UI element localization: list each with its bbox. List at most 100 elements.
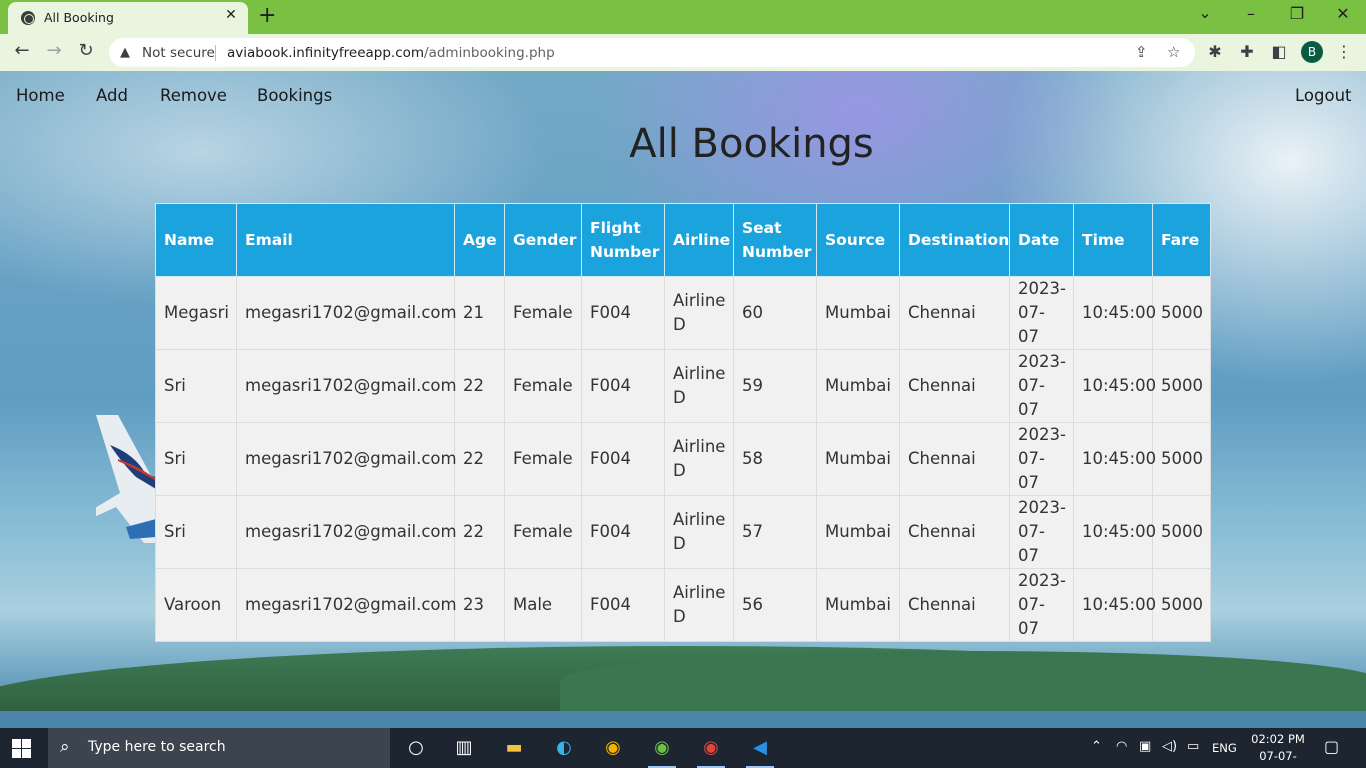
menu-kebab-icon[interactable]: ⋮ xyxy=(1333,42,1355,61)
network-icon[interactable]: ◠ xyxy=(1116,739,1127,754)
table-cell: Chennai xyxy=(899,422,1010,496)
table-cell: 22 xyxy=(454,422,505,496)
table-cell: 2023-07-07 xyxy=(1009,568,1074,642)
table-cell: 56 xyxy=(733,568,817,642)
share-icon[interactable]: ⇪ xyxy=(1135,43,1148,61)
chrome-profile-b-icon[interactable]: ◉ xyxy=(648,734,676,768)
system-clock[interactable]: 02:02 PM 07-07-2023 xyxy=(1245,731,1311,768)
extensions-puzzle-icon[interactable]: ✚ xyxy=(1236,42,1258,61)
security-label[interactable]: Not secure xyxy=(142,45,215,61)
column-header: Time xyxy=(1073,203,1153,277)
background-sea xyxy=(0,711,1366,728)
table-cell: F004 xyxy=(581,495,665,569)
table-header-row: Name Email Age Gender Flight Number Airline Se… xyxy=(155,203,1211,277)
table-cell: Airline D xyxy=(664,568,734,642)
battery-saver-icon[interactable]: ▣ xyxy=(1139,739,1151,754)
minimize-button[interactable]: – xyxy=(1236,4,1266,23)
nav-add-link[interactable]: Add xyxy=(96,86,128,105)
table-cell: 59 xyxy=(733,349,817,423)
side-panel-icon[interactable]: ◧ xyxy=(1268,42,1290,61)
table-cell: 5000 xyxy=(1152,568,1211,642)
edge-browser-icon[interactable]: ◐ xyxy=(550,734,578,762)
table-cell: Chennai xyxy=(899,568,1010,642)
table-cell: 57 xyxy=(733,495,817,569)
clock-time: 02:02 PM xyxy=(1251,732,1305,746)
browser-tab[interactable]: All Booking ✕ xyxy=(8,2,248,34)
back-button[interactable]: ← xyxy=(10,40,34,61)
table-cell: megasri1702@gmail.com xyxy=(236,422,457,496)
page-viewport: Home Add Remove Bookings Logout All Book… xyxy=(0,71,1366,728)
table-cell: Mumbai xyxy=(816,276,900,350)
table-cell: Airline D xyxy=(664,495,734,569)
table-cell: Chennai xyxy=(899,495,1010,569)
table-cell: Varoon xyxy=(155,568,237,642)
file-explorer-icon[interactable]: ▬ xyxy=(500,734,528,762)
table-cell: 5000 xyxy=(1152,495,1211,569)
show-hidden-icons-icon[interactable]: ⌃ xyxy=(1091,739,1102,754)
table-row: Varoon megasri1702@gmail.com 23 Male F004 Air… xyxy=(155,568,1211,642)
forward-button[interactable]: → xyxy=(42,40,66,61)
column-header: Flight Number xyxy=(581,203,665,277)
extension-bug-icon[interactable]: ✱ xyxy=(1204,42,1226,61)
table-cell: megasri1702@gmail.com xyxy=(236,495,457,569)
cortana-icon[interactable]: ○ xyxy=(402,734,430,762)
windows-start-icon[interactable] xyxy=(12,739,32,759)
nav-logout-link[interactable]: Logout xyxy=(1295,86,1352,105)
warning-icon: ▲ xyxy=(120,45,130,60)
table-cell: 10:45:00 xyxy=(1073,568,1156,642)
table-cell: Airline D xyxy=(664,276,734,350)
close-tab-icon[interactable]: ✕ xyxy=(222,7,240,23)
table-cell: 2023-07-07 xyxy=(1009,349,1074,423)
nav-remove-link[interactable]: Remove xyxy=(160,86,227,105)
notifications-icon[interactable]: ▢ xyxy=(1324,737,1339,756)
bookmark-star-icon[interactable]: ☆ xyxy=(1167,43,1180,61)
language-indicator[interactable]: ENG xyxy=(1212,741,1237,755)
table-cell: 22 xyxy=(454,349,505,423)
reload-button[interactable]: ↻ xyxy=(74,40,98,61)
battery-icon[interactable]: ▭ xyxy=(1187,739,1199,754)
table-cell: Female xyxy=(504,276,582,350)
column-header: Email xyxy=(236,203,455,277)
table-cell: 58 xyxy=(733,422,817,496)
table-cell: F004 xyxy=(581,422,665,496)
table-cell: 21 xyxy=(454,276,505,350)
nav-bookings-link[interactable]: Bookings xyxy=(257,86,332,105)
column-header: Source xyxy=(816,203,900,277)
column-header: Fare xyxy=(1152,203,1211,277)
table-cell: megasri1702@gmail.com xyxy=(236,276,457,350)
profile-avatar[interactable]: B xyxy=(1301,41,1323,63)
background-hills xyxy=(560,651,1366,711)
browser-toolbar: ← → ↻ ▲ Not secure aviabook.infinityfree… xyxy=(0,34,1366,71)
table-cell: Mumbai xyxy=(816,422,900,496)
url-text[interactable]: aviabook.infinityfreeapp.com/adminbookin… xyxy=(227,45,555,61)
table-cell: 10:45:00 xyxy=(1073,422,1156,496)
column-header: Name xyxy=(155,203,237,277)
tab-search-icon[interactable]: ⌄ xyxy=(1190,3,1220,22)
address-bar[interactable]: ▲ Not secure aviabook.infinityfreeapp.co… xyxy=(109,38,1195,67)
table-cell: 10:45:00 xyxy=(1073,276,1156,350)
volume-icon[interactable]: ◁) xyxy=(1162,739,1177,754)
table-row: Sri megasri1702@gmail.com 22 Female F004 Airl… xyxy=(155,495,1211,569)
table-cell: 10:45:00 xyxy=(1073,349,1156,423)
table-cell: 5000 xyxy=(1152,422,1211,496)
taskbar-search-box[interactable]: ⌕ Type here to search xyxy=(48,728,390,768)
table-cell: Sri xyxy=(155,422,237,496)
new-tab-button[interactable]: + xyxy=(258,3,276,28)
table-cell: F004 xyxy=(581,568,665,642)
vscode-icon[interactable]: ◀ xyxy=(746,734,774,768)
table-cell: 2023-07-07 xyxy=(1009,422,1074,496)
close-window-button[interactable]: ✕ xyxy=(1328,4,1358,23)
table-cell: Sri xyxy=(155,349,237,423)
chrome-icon[interactable]: ◉ xyxy=(599,734,627,762)
restore-button[interactable]: ❐ xyxy=(1282,4,1312,23)
task-view-icon[interactable]: ▥ xyxy=(450,734,478,762)
table-cell: 23 xyxy=(454,568,505,642)
table-cell: 5000 xyxy=(1152,276,1211,350)
site-navbar: Home Add Remove Bookings Logout xyxy=(0,71,1366,121)
table-cell: 60 xyxy=(733,276,817,350)
chrome-profile-m-icon[interactable]: ◉ xyxy=(697,734,725,768)
table-cell: 2023-07-07 xyxy=(1009,276,1074,350)
nav-home-link[interactable]: Home xyxy=(16,86,65,105)
table-cell: megasri1702@gmail.com xyxy=(236,568,457,642)
background-airplane xyxy=(96,415,156,543)
